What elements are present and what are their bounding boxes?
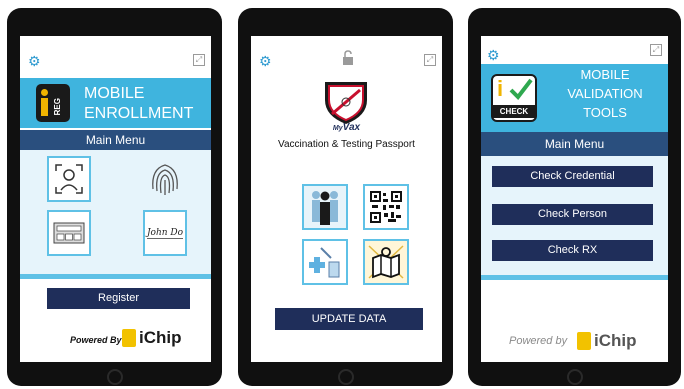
ichip-brand: iChip: [139, 328, 182, 347]
register-button[interactable]: Register: [47, 288, 190, 309]
check-person-button[interactable]: Check Person: [492, 204, 653, 225]
keypad-tile[interactable]: [47, 210, 91, 256]
signature-tile[interactable]: John Do: [143, 210, 187, 256]
map-location-tile[interactable]: [363, 239, 409, 285]
qr-code-icon: [370, 191, 402, 223]
ichip-chip-icon: [122, 329, 136, 347]
powered-by-label: Powered by: [509, 335, 568, 347]
app-banner: i CHECK MOBILE VALIDATION TOOLS: [481, 64, 668, 132]
tablet-vax: ⚙ ⤢ MyVax Vaccination & Testing Passport: [238, 8, 453, 386]
powered-by-label: Powered By: [70, 335, 122, 345]
fingerprint-icon: [152, 164, 178, 195]
checkmark-icon: [509, 78, 533, 100]
enrollment-screen: ⚙ ⤢ REG MOBILE ENROLLMENT Main Menu John…: [20, 36, 211, 362]
tablet-validation: ⚙ ⤢ i CHECK MOBILE VALIDATION TOOLS Main…: [468, 8, 681, 386]
myvax-caption: MyVax: [251, 122, 442, 133]
face-capture-tile[interactable]: [47, 156, 91, 202]
icheck-logo: i CHECK: [491, 74, 537, 122]
medication-icon: [309, 247, 340, 278]
map-icon: [368, 245, 404, 279]
menu-divider: [481, 275, 668, 280]
keypad-icon: [53, 222, 85, 244]
medication-tile[interactable]: [302, 239, 348, 285]
icheck-text: CHECK: [493, 105, 535, 118]
check-credential-button[interactable]: Check Credential: [492, 166, 653, 187]
main-menu-bar: Main Menu: [20, 130, 211, 150]
vax-screen: ⚙ ⤢ MyVax Vaccination & Testing Passport: [251, 36, 442, 362]
people-icon: [312, 191, 338, 225]
myvax-caption-name: Vax: [342, 122, 361, 133]
check-rx-button[interactable]: Check RX: [492, 240, 653, 261]
passport-subtitle: Vaccination & Testing Passport: [278, 139, 415, 150]
home-button[interactable]: [107, 369, 123, 385]
validation-screen: ⚙ ⤢ i CHECK MOBILE VALIDATION TOOLS Main…: [481, 36, 668, 362]
home-button[interactable]: [338, 369, 354, 385]
tablet-enrollment: ⚙ ⤢ REG MOBILE ENROLLMENT Main Menu John…: [7, 8, 222, 386]
fingerprint-tile[interactable]: [143, 156, 187, 202]
expand-icon[interactable]: ⤢: [424, 54, 436, 66]
icheck-i-letter: i: [497, 76, 504, 101]
expand-icon[interactable]: ⤢: [193, 54, 205, 66]
logo-i-stem: [41, 98, 48, 116]
app-title-line3: TOOLS: [583, 105, 627, 120]
face-scan-icon: [55, 164, 83, 194]
lock-icon[interactable]: [342, 50, 354, 66]
ichip-chip-icon: [577, 332, 591, 350]
app-title-line2: VALIDATION: [567, 86, 643, 101]
myvax-shield-logo: [325, 82, 367, 124]
app-title-line1: MOBILE: [84, 85, 145, 102]
app-title-line2: ENROLLMENT: [84, 105, 194, 122]
gear-icon[interactable]: ⚙: [259, 54, 272, 68]
logo-text: REG: [53, 98, 62, 116]
expand-icon[interactable]: ⤢: [650, 44, 662, 56]
update-data-button[interactable]: UPDATE DATA: [275, 308, 423, 330]
home-button[interactable]: [567, 369, 583, 385]
app-title-line1: MOBILE: [580, 67, 630, 82]
ireg-logo: REG: [36, 84, 70, 122]
app-banner: REG MOBILE ENROLLMENT: [20, 78, 211, 128]
signature-text: John Do: [146, 227, 184, 239]
gear-icon[interactable]: ⚙: [28, 54, 41, 68]
gear-icon[interactable]: ⚙: [487, 48, 500, 62]
main-menu-bar: Main Menu: [481, 132, 668, 156]
ichip-brand: iChip: [594, 331, 637, 350]
logo-i-dot: [41, 89, 48, 96]
qr-code-tile[interactable]: [363, 184, 409, 230]
people-tile[interactable]: [302, 184, 348, 230]
menu-divider: [20, 274, 211, 279]
myvax-caption-prefix: My: [332, 125, 343, 132]
